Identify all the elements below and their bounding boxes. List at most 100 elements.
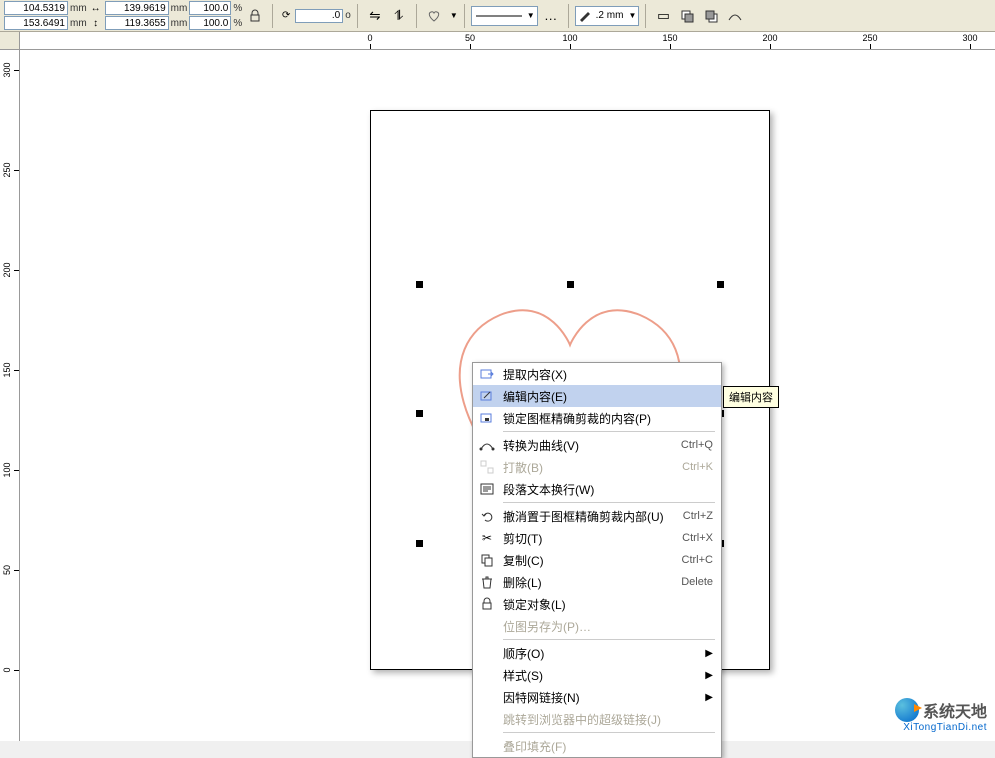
height-input[interactable] — [105, 16, 169, 30]
menu-copy[interactable]: 复制(C) Ctrl+C — [473, 549, 721, 571]
to-back-button[interactable] — [700, 5, 722, 27]
wrap-text-button[interactable]: ▭ — [652, 5, 674, 27]
to-front-button[interactable] — [676, 5, 698, 27]
menu-key: (F) — [551, 740, 566, 754]
menu-label: 因特网链接 — [503, 691, 563, 705]
percent-label: % — [233, 3, 242, 14]
menu-paragraph-wrap[interactable]: 段落文本换行(W) — [473, 478, 721, 500]
watermark-title: 系统天地 — [923, 698, 987, 722]
menu-internet-link[interactable]: 因特网链接(N) ▶ — [473, 686, 721, 708]
menu-shortcut: Delete — [681, 576, 713, 588]
menu-label: 样式 — [503, 669, 527, 683]
menu-key: (N) — [563, 691, 580, 705]
menu-delete[interactable]: 删除(L) Delete — [473, 571, 721, 593]
menu-lock-powerclip[interactable]: 锁定图框精确剪裁的内容(P) — [473, 407, 721, 429]
convert-curves-button[interactable] — [724, 5, 746, 27]
menu-label: 跳转到浏览器中的超级链接 — [503, 713, 647, 727]
menu-key: (P)… — [563, 620, 591, 634]
selection-handle-tm[interactable] — [567, 281, 574, 288]
mirror-v-button[interactable]: ⥮ — [388, 5, 410, 27]
x-position-input[interactable] — [4, 1, 68, 15]
width-input[interactable] — [105, 1, 169, 15]
degree-label: o — [345, 10, 351, 21]
menu-shortcut: Ctrl+K — [682, 461, 713, 473]
rotation-input[interactable] — [295, 9, 343, 23]
menu-key: (L) — [551, 598, 566, 612]
menu-lock-object[interactable]: 锁定对象(L) — [473, 593, 721, 615]
menu-style[interactable]: 样式(S) ▶ — [473, 664, 721, 686]
lock-icon — [247, 8, 263, 24]
menu-overprint-fill: 叠印填充(F) — [473, 735, 721, 757]
menu-label: 锁定图框精确剪裁的内容 — [503, 412, 635, 426]
pen-icon — [578, 8, 594, 24]
selection-handle-bl[interactable] — [416, 540, 423, 547]
vertical-ruler[interactable]: 300250200150100500 — [0, 50, 20, 741]
wrap-icon: ▭ — [657, 8, 670, 24]
menu-jump-hyperlink: 跳转到浏览器中的超级链接(J) — [473, 708, 721, 730]
chevron-down-icon: ▼ — [527, 11, 535, 20]
menu-extract-content[interactable]: 提取内容(X) — [473, 363, 721, 385]
chevron-down-icon: ▼ — [628, 11, 636, 20]
mirror-h-button[interactable]: ⇋ — [364, 5, 386, 27]
menu-key: (O) — [527, 647, 544, 661]
line-style-dropdown[interactable]: ▼ — [471, 6, 538, 26]
menu-undo[interactable]: 撤消置于图框精确剪裁内部(U) Ctrl+Z — [473, 505, 721, 527]
percent-label: % — [233, 18, 242, 29]
menu-label: 打散 — [503, 461, 527, 475]
y-position-input[interactable] — [4, 16, 68, 30]
menu-label: 复制 — [503, 554, 527, 568]
menu-label: 删除 — [503, 576, 527, 590]
height-icon: ↕ — [89, 16, 103, 30]
menu-key: (E) — [551, 390, 567, 404]
heart-icon — [426, 8, 442, 24]
unit-label: mm — [70, 18, 87, 29]
menu-key: (B) — [527, 461, 543, 475]
menu-label: 撤消置于图框精确剪裁内部 — [503, 510, 647, 524]
line-options-button[interactable]: … — [540, 5, 562, 27]
menu-key: (P) — [635, 412, 651, 426]
lock-ratio-button[interactable] — [244, 5, 266, 27]
menu-key: (C) — [527, 554, 544, 568]
line-style-icon — [474, 11, 524, 21]
menu-cut[interactable]: ✂ 剪切(T) Ctrl+X — [473, 527, 721, 549]
scale-y-input[interactable] — [189, 16, 231, 30]
outline-width-dropdown[interactable]: .2 mm ▼ — [575, 6, 640, 26]
to-front-icon — [679, 8, 695, 24]
menu-label: 转换为曲线 — [503, 439, 563, 453]
paragraph-icon — [477, 480, 497, 498]
chevron-down-icon[interactable]: ▼ — [450, 11, 458, 20]
unit-label: mm — [171, 18, 188, 29]
menu-label: 位图另存为 — [503, 620, 563, 634]
menu-key: (J) — [647, 713, 661, 727]
property-bar: mm mm ↔ mm ↕ mm % % ⟳ o ⇋ — [0, 0, 995, 32]
break-icon — [477, 458, 497, 476]
scale-x-input[interactable] — [189, 1, 231, 15]
menu-key: (U) — [647, 510, 664, 524]
menu-order[interactable]: 顺序(O) ▶ — [473, 642, 721, 664]
edit-icon — [477, 387, 497, 405]
width-icon: ↔ — [89, 1, 103, 15]
menu-convert-to-curves[interactable]: 转换为曲线(V) Ctrl+Q — [473, 434, 721, 456]
submenu-arrow-icon: ▶ — [705, 670, 713, 681]
ruler-origin[interactable] — [0, 32, 20, 50]
unit-label: mm — [70, 3, 87, 14]
menu-save-bitmap-as: 位图另存为(P)… — [473, 615, 721, 637]
menu-label: 锁定对象 — [503, 598, 551, 612]
to-back-icon — [703, 8, 719, 24]
horizontal-ruler[interactable]: 050100150200250300 — [20, 32, 995, 50]
scissors-icon: ✂ — [477, 529, 497, 547]
menu-key: (L) — [527, 576, 542, 590]
selection-handle-tl[interactable] — [416, 281, 423, 288]
scale-group: % % — [189, 1, 242, 30]
selection-handle-tr[interactable] — [717, 281, 724, 288]
mirror-h-icon: ⇋ — [369, 8, 380, 24]
selection-handle-ml[interactable] — [416, 410, 423, 417]
undo-icon — [477, 507, 497, 525]
menu-shortcut: Ctrl+C — [682, 554, 713, 566]
rotation-icon: ⟳ — [279, 9, 293, 23]
size-group: ↔ mm ↕ mm — [89, 1, 188, 30]
menu-edit-content[interactable]: 编辑内容(E) — [473, 385, 721, 407]
curves-icon — [477, 436, 497, 454]
lock-clip-icon — [477, 409, 497, 427]
shape-tool-button[interactable] — [423, 5, 445, 27]
